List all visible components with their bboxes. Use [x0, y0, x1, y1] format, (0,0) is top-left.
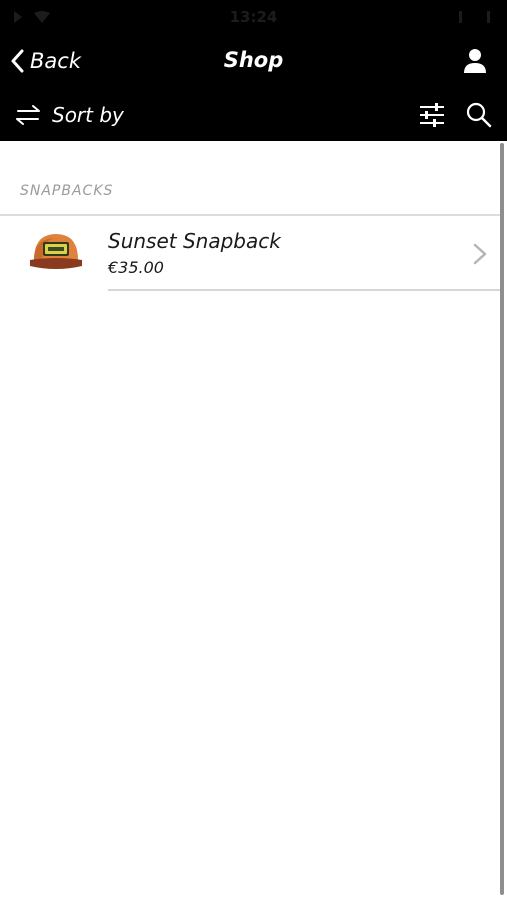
product-list-item[interactable]: Sunset Snapback €35.00 — [0, 216, 504, 291]
scrollbar[interactable] — [500, 143, 504, 895]
chevron-right-icon — [473, 243, 487, 265]
filter-button[interactable] — [417, 101, 447, 129]
sort-by-label: Sort by — [52, 103, 124, 127]
section-title: SNAPBACKS — [20, 183, 114, 199]
product-list: SNAPBACKS Sunset Snapback €35.00 — [0, 141, 507, 900]
search-button[interactable] — [464, 100, 494, 130]
status-time: 13:24 — [229, 8, 278, 26]
top-navigation-bar: Back Shop — [0, 34, 507, 88]
search-icon — [466, 102, 492, 128]
battery-icon — [459, 11, 490, 23]
snapback-cap-image — [30, 234, 82, 269]
sliders-icon — [420, 103, 444, 127]
product-name: Sunset Snapback — [108, 229, 281, 253]
account-button[interactable] — [461, 47, 489, 75]
status-bar: 13:24 — [0, 0, 507, 34]
page-title: Shop — [223, 48, 284, 72]
user-icon — [464, 49, 486, 73]
sort-by-button[interactable]: Sort by — [14, 100, 124, 130]
product-price: €35.00 — [108, 258, 164, 277]
swap-arrows-icon — [16, 105, 40, 125]
sort-filter-toolbar: Sort by — [0, 88, 507, 141]
divider — [108, 289, 504, 291]
